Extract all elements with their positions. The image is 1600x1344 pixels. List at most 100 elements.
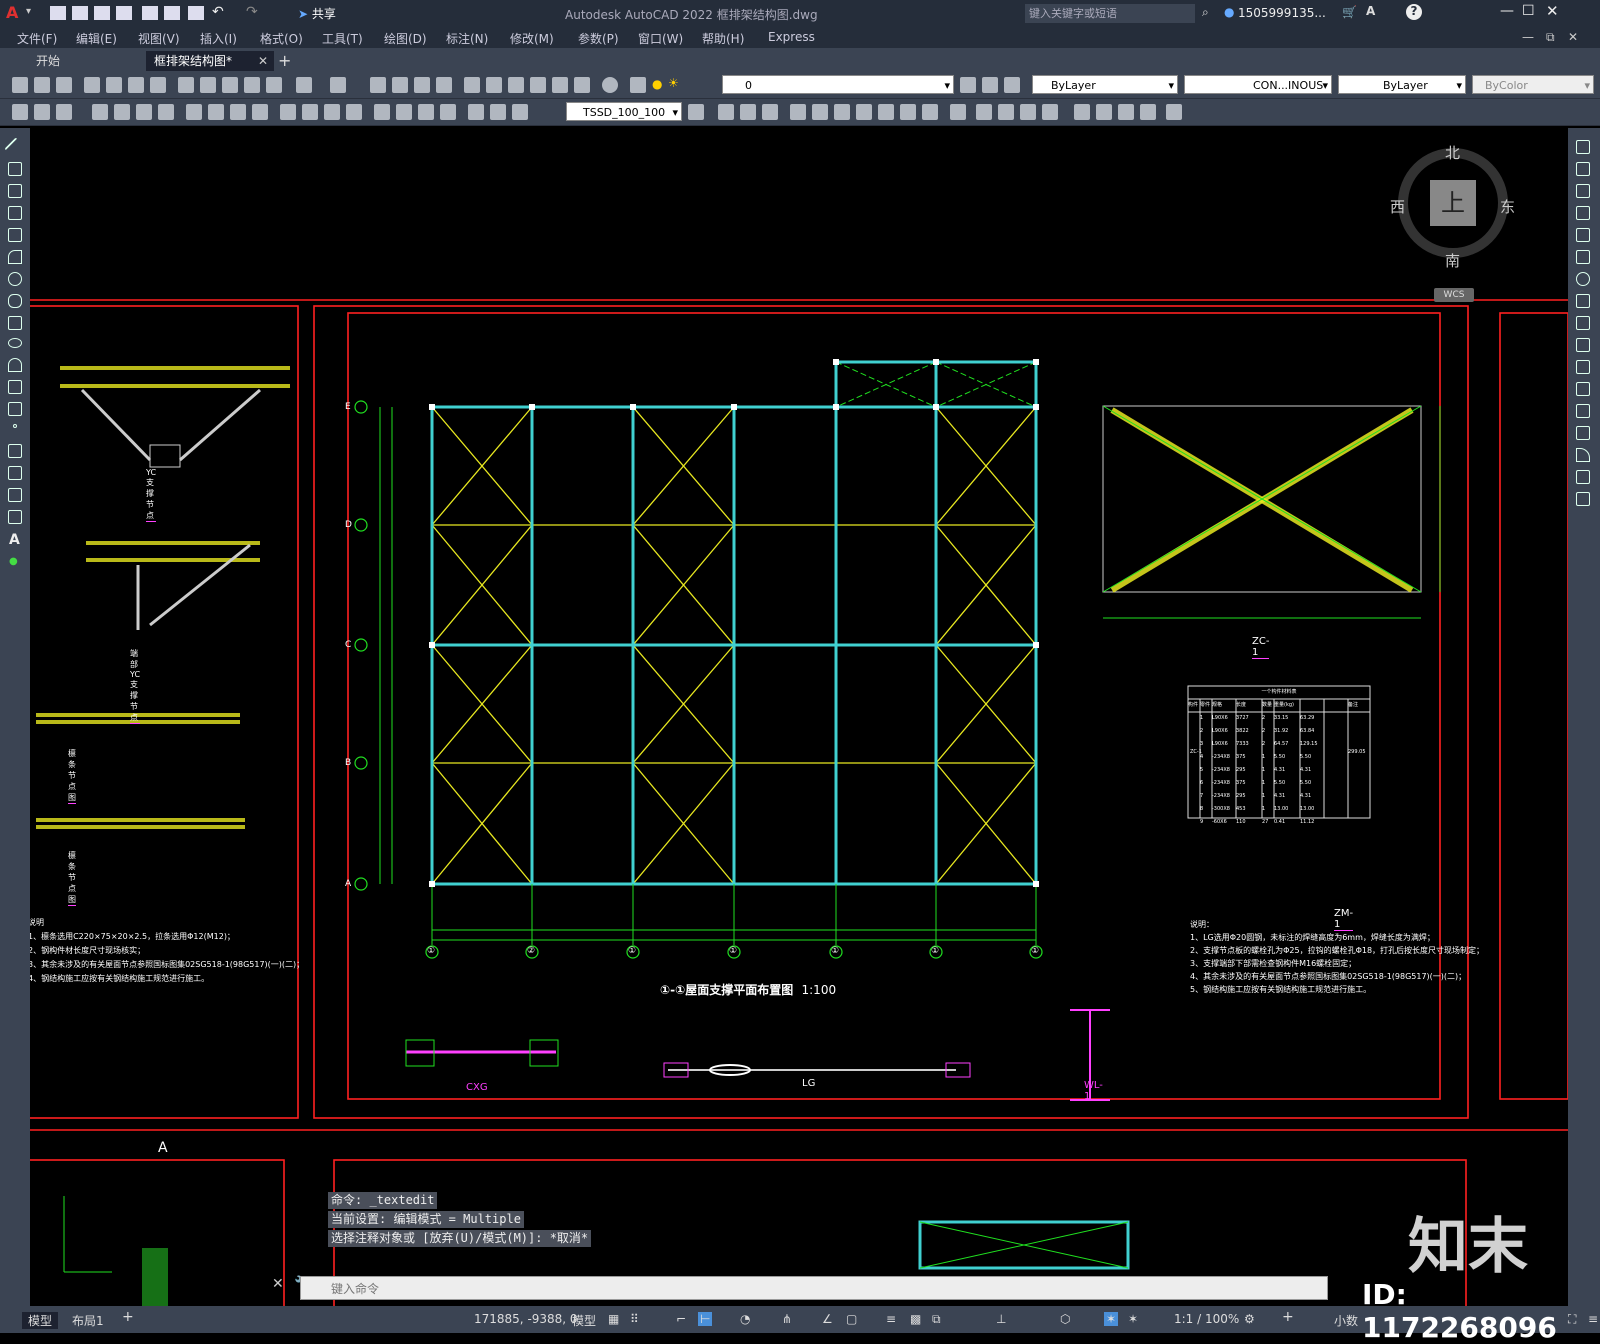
rotate-icon[interactable] — [1576, 272, 1590, 286]
layer-previous-icon[interactable] — [982, 77, 998, 93]
annotation-monitor-icon[interactable]: ⬡ — [1060, 1312, 1070, 1326]
scale-icon[interactable] — [1576, 294, 1590, 308]
layer-state-icon[interactable] — [1004, 77, 1020, 93]
view-icon-5[interactable] — [1074, 104, 1090, 120]
tab-drawing[interactable]: 框排架结构图* ✕ — [146, 51, 274, 71]
zoom-previous-icon[interactable] — [436, 77, 452, 93]
stretch-icon[interactable] — [1576, 316, 1590, 330]
annotation-visibility-icon[interactable]: ✶ — [1104, 1312, 1119, 1326]
circle-icon[interactable] — [8, 272, 22, 286]
point-icon[interactable] — [13, 424, 17, 428]
help-tb-icon[interactable] — [602, 77, 618, 93]
view-icon-1[interactable] — [976, 104, 992, 120]
preview-icon[interactable] — [106, 77, 122, 93]
view-icon-9[interactable] — [1166, 104, 1182, 120]
zoom-window-icon[interactable] — [414, 77, 430, 93]
dim-style-icon[interactable] — [688, 104, 704, 120]
multiline-text-icon[interactable]: A — [9, 532, 20, 548]
diameter-dim-icon[interactable] — [230, 104, 246, 120]
ucs-icon-5[interactable] — [812, 104, 828, 120]
continue-dim-icon[interactable] — [324, 104, 340, 120]
view-icon-4[interactable] — [1042, 104, 1058, 120]
autocad-logo-icon[interactable]: A — [6, 3, 18, 22]
dynamic-input-icon[interactable]: ⊢ — [698, 1312, 713, 1326]
lineweight-icon[interactable]: ≡ — [886, 1312, 896, 1326]
linear-dim-icon[interactable] — [92, 104, 108, 120]
viewcube-south[interactable]: 南 — [1445, 250, 1460, 271]
menu-view[interactable]: 视图(V) — [138, 30, 180, 47]
layer-dropdown[interactable]: 0 — [722, 75, 954, 95]
search-icon[interactable]: ⌕ — [1202, 5, 1209, 20]
viewcube-north[interactable]: 北 — [1445, 142, 1460, 163]
doc-restore-icon[interactable]: ⧉ — [1546, 30, 1555, 45]
plotstyle-dropdown[interactable]: ByColor — [1472, 75, 1594, 95]
selection-cycling-icon[interactable]: ⧉ — [932, 1312, 941, 1327]
make-current-layer-icon[interactable] — [960, 77, 976, 93]
snap-icon[interactable]: ⠿ — [630, 1312, 639, 1326]
open-icon[interactable] — [34, 77, 50, 93]
rectangle-icon[interactable] — [8, 228, 22, 242]
tssd-icon-3[interactable] — [56, 104, 72, 120]
dynamic-ucs-icon[interactable]: ⊥ — [996, 1312, 1006, 1326]
menu-draw[interactable]: 绘图(D) — [384, 30, 427, 47]
maximize-icon[interactable]: ☐ — [1522, 3, 1535, 19]
make-block-icon[interactable] — [8, 402, 22, 416]
publish-icon[interactable] — [128, 77, 144, 93]
markup-icon[interactable] — [552, 77, 568, 93]
tab-close-icon[interactable]: ✕ — [258, 51, 268, 71]
view-icon-7[interactable] — [1118, 104, 1134, 120]
doc-minimize-icon[interactable]: — — [1522, 30, 1534, 44]
new-file-icon[interactable] — [50, 6, 66, 20]
baseline-dim-icon[interactable] — [302, 104, 318, 120]
autodesk-a360-icon[interactable]: A — [1366, 4, 1375, 18]
view-icon-6[interactable] — [1096, 104, 1112, 120]
hatch-icon[interactable] — [8, 444, 22, 458]
zoom-realtime-icon[interactable] — [392, 77, 408, 93]
workspace-gear-icon[interactable]: ⚙ — [1244, 1312, 1255, 1326]
layer-properties-icon[interactable] — [630, 77, 646, 93]
menu-file[interactable]: 文件(F) — [17, 30, 57, 47]
qnew-icon[interactable] — [12, 77, 28, 93]
menu-edit[interactable]: 编辑(E) — [76, 30, 117, 47]
app-menu-chevron-icon[interactable]: ▾ — [26, 6, 31, 17]
menu-help[interactable]: 帮助(H) — [702, 30, 744, 47]
viewcube-east[interactable]: 东 — [1500, 196, 1515, 217]
tssd-icon-2[interactable] — [34, 104, 50, 120]
pan-icon[interactable] — [370, 77, 386, 93]
annotation-scale[interactable]: 1:1 / 100% — [1174, 1312, 1239, 1326]
copy-object-icon[interactable] — [1576, 162, 1590, 176]
redo-tb-icon[interactable] — [330, 77, 346, 93]
erase-icon[interactable] — [1576, 140, 1590, 154]
menu-express[interactable]: Express — [768, 30, 815, 44]
menu-parametric[interactable]: 参数(P) — [578, 30, 619, 47]
view-icon-3[interactable] — [1020, 104, 1036, 120]
blend-icon[interactable] — [1576, 470, 1590, 484]
share-button[interactable]: ➤ 共享 — [298, 5, 336, 22]
layer-on-bulb-icon[interactable]: ● — [652, 77, 662, 91]
design-center-icon[interactable] — [486, 77, 502, 93]
plot-icon[interactable] — [188, 6, 204, 20]
cart-icon[interactable]: 🛒 — [1342, 5, 1357, 19]
units-dropdown[interactable]: 小数 — [1334, 1312, 1358, 1329]
layout-tab-layout1[interactable]: 布局1 — [72, 1312, 104, 1329]
model-space-toggle[interactable]: 模型 — [572, 1312, 596, 1329]
annotate-plus-icon[interactable]: + — [1282, 1309, 1294, 1325]
paste-icon[interactable] — [222, 77, 238, 93]
ucs-icon-7[interactable] — [856, 104, 872, 120]
save-as-icon[interactable] — [116, 6, 132, 20]
tssd-icon-1[interactable] — [12, 104, 28, 120]
ucs-icon-11[interactable] — [950, 104, 966, 120]
gradient-icon[interactable] — [8, 466, 22, 480]
view-icon-2[interactable] — [998, 104, 1014, 120]
dim-space-icon[interactable] — [346, 104, 362, 120]
menu-modify[interactable]: 修改(M) — [510, 30, 554, 47]
dim-edit-icon[interactable] — [468, 104, 484, 120]
arc-length-icon[interactable] — [136, 104, 152, 120]
region-icon[interactable] — [8, 488, 22, 502]
tolerance-icon[interactable] — [374, 104, 390, 120]
object-snap-icon[interactable]: ▢ — [846, 1312, 857, 1326]
3d-print-icon[interactable] — [150, 77, 166, 93]
layer-freeze-sun-icon[interactable]: ☀ — [668, 76, 679, 90]
isometric-icon[interactable]: ⋔ — [782, 1312, 792, 1326]
web-open-icon[interactable] — [142, 6, 158, 20]
